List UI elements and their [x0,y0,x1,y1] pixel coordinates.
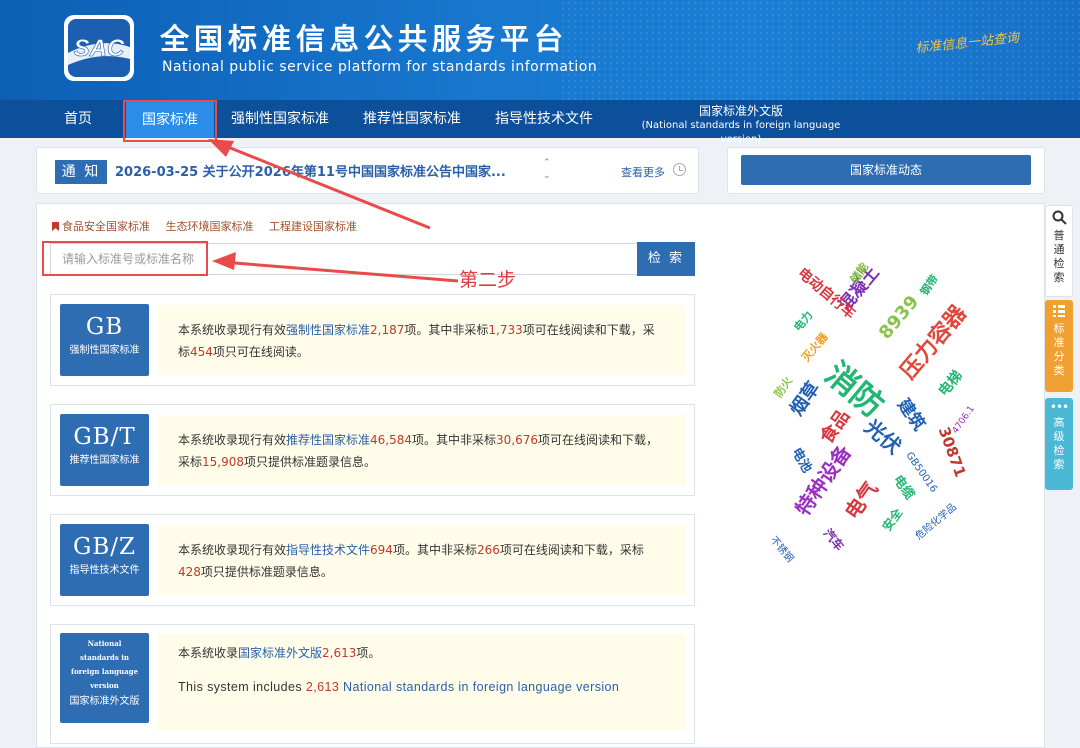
keyword-tag[interactable]: 安全 [878,505,906,534]
more-dots-icon: ••• [1049,400,1069,414]
site-subtitle: National public service platform for sta… [162,59,598,75]
gb-description: 本系统收录现行有效强制性国家标准2,187项。其中非采标1,733项可在线阅读和… [158,305,686,375]
side-tab-label: 普通检索 [1053,229,1065,284]
keyword-cloud: 消防 压力容器 特种设备 电气 光伏 建筑 食品 烟草 混凝土 电动自行车 89… [740,255,1010,565]
header-map-pattern [560,0,1080,100]
keyword-tag[interactable]: 电梯 [933,366,966,400]
search-icon [1052,210,1067,225]
nav-guidance[interactable]: 指导性技术文件 [495,100,593,138]
gbz-icon-button[interactable]: GB/Z 指导性技术文件 [60,524,149,596]
notice-scroll-arrows[interactable]: ⌃ ⌄ [543,157,551,183]
keyword-tag[interactable]: 汽车 [820,525,848,554]
notice-bar: 通 知 2026-03-25 关于公开2026年第11号中国国家标准公告中国家.… [36,147,699,194]
category-food-safety[interactable]: 食品安全国家标准 [52,220,150,233]
site-header: SAC 全国标准信息公共服务平台 National public service… [0,0,1080,100]
chevron-down-icon[interactable]: ⌄ [543,170,551,183]
list-icon [1053,305,1065,317]
search-button[interactable]: 检 索 [637,242,695,276]
gbt-code: GB/T [73,424,136,450]
highlight-box-nav [123,100,217,142]
side-tab-category[interactable]: 标准分类 [1045,300,1073,392]
national-standard-news-button[interactable]: 国家标准动态 [741,155,1031,185]
gbt-name: 推荐性国家标准 [69,455,140,466]
gb-code: GB [85,314,124,340]
category-eco-environment[interactable]: 生态环境国家标准 [166,220,254,233]
notice-headline[interactable]: 2026-03-25 关于公开2026年第11号中国国家标准公告中国家... [115,161,535,180]
side-tab-label: 标准分类 [1053,322,1065,377]
clock-icon [673,163,686,176]
step-two-label: 第二步 [459,269,517,291]
notice-tag: 通 知 [55,160,107,184]
nav-foreign-version[interactable]: 国家标准外文版 (National standards in foreign l… [624,104,858,147]
foreign-description: 本系统收录国家标准外文版2,613项。 This system includes… [158,634,686,730]
keyword-tag[interactable]: 钢带 [916,271,942,298]
logo-text: SAC [74,35,125,62]
foreign-icon-button[interactable]: National standards in foreign language v… [60,633,149,723]
category-links: 食品安全国家标准 生态环境国家标准 工程建设国家标准 [52,218,369,234]
notice-more-link[interactable]: 查看更多 [621,164,665,180]
side-tab-label: 高级检索 [1053,416,1065,471]
nav-foreign-sublabel: (National standards in foreign language … [641,120,841,145]
gbt-link[interactable]: 推荐性国家标准 [286,433,370,447]
chevron-up-icon[interactable]: ⌃ [543,157,551,170]
news-panel: 国家标准动态 [727,147,1045,194]
gbz-code: GB/Z [72,534,136,560]
gbt-description: 本系统收录现行有效推荐性国家标准46,584项。其中非采标30,676项可在线阅… [158,415,686,485]
keyword-tag[interactable]: 危险化学品 [911,499,959,543]
gbz-name: 指导性技术文件 [69,565,140,576]
side-tab-advanced-search[interactable]: ••• 高级检索 [1045,398,1073,490]
gb-name: 强制性国家标准 [69,345,140,356]
sac-logo[interactable]: SAC [62,13,136,83]
nav-home[interactable]: 首页 [64,100,92,138]
nav-mandatory[interactable]: 强制性国家标准 [231,100,329,138]
gb-link[interactable]: 强制性国家标准 [286,323,370,337]
gbt-icon-button[interactable]: GB/T 推荐性国家标准 [60,414,149,486]
site-title: 全国标准信息公共服务平台 [160,22,569,56]
keyword-tag[interactable]: 电气 [837,475,884,524]
keyword-tag[interactable]: 4706.1 [951,404,977,436]
nav-recommended[interactable]: 推荐性国家标准 [363,100,461,138]
keyword-tag[interactable]: 电力 [790,307,816,334]
side-tab-basic-search[interactable]: 普通检索 [1045,205,1073,297]
nav-foreign-label: 国家标准外文版 [698,104,783,118]
gbz-description: 本系统收录现行有效指导性技术文件694项。其中非采标266项可在线阅读和下载，采… [158,525,686,595]
foreign-link[interactable]: 国家标准外文版 [238,646,322,660]
keyword-tag[interactable]: 灭火器 [798,329,831,365]
keyword-tag[interactable]: 不锈钢 [768,532,799,565]
foreign-icon-text: National standards in foreign language v… [70,639,139,690]
bookmark-icon [52,222,59,231]
category-engineering[interactable]: 工程建设国家标准 [269,220,357,233]
gb-icon-button[interactable]: GB 强制性国家标准 [60,304,149,376]
foreign-name: 国家标准外文版 [69,696,140,707]
highlight-box-search [42,241,208,276]
gbz-link[interactable]: 指导性技术文件 [286,543,370,557]
keyword-tag[interactable]: 30871 [935,424,970,479]
